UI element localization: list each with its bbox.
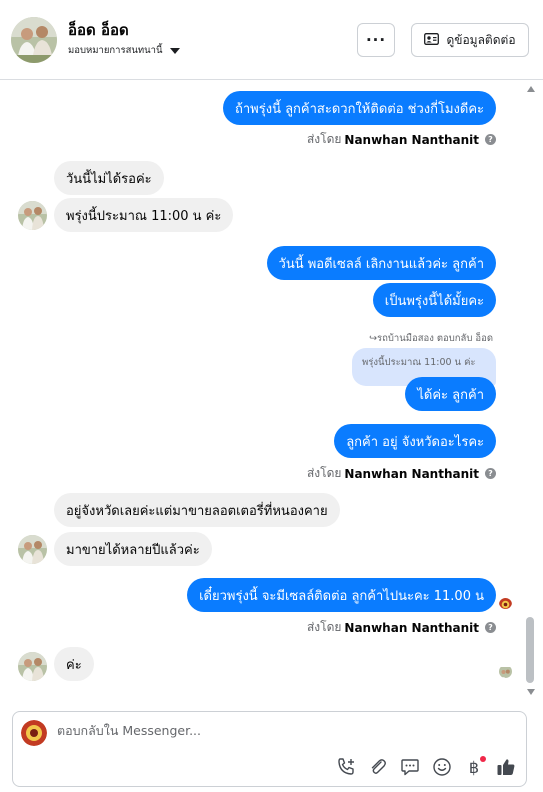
message-incoming[interactable]: อยู่จังหวัดเลยค่ะแต่มาขายลอตเตอรี่ที่หนอ… bbox=[54, 493, 340, 527]
reply-arrow-icon: ↪ bbox=[369, 333, 378, 344]
contact-avatar-small bbox=[18, 535, 47, 564]
more-options-label: ··· bbox=[365, 31, 387, 49]
message-incoming[interactable]: มาขายได้หลายปีแล้วค่ะ bbox=[54, 532, 212, 566]
message-outgoing[interactable]: เป็นพรุ่งนี้ได้มั้ยคะ bbox=[372, 283, 496, 317]
contact-name: อ็อด อ็อด bbox=[68, 21, 129, 39]
message-outgoing[interactable]: วันนี้ พอดีเซลล์ เลิกงานแล้วค่ะ ลูกค้า bbox=[266, 246, 496, 280]
view-contact-label: ดูข้อมูลติดต่อ bbox=[446, 32, 516, 47]
assign-conversation-dropdown[interactable]: มอบหมายการสนทนานี้ bbox=[68, 43, 180, 58]
paperclip-icon[interactable] bbox=[367, 756, 389, 778]
sent-by-label: ส่งโดย Nanwhan Nanthanit ? bbox=[307, 130, 496, 149]
contact-card-icon bbox=[424, 32, 440, 48]
assign-conversation-label: มอบหมายการสนทนานี้ bbox=[68, 45, 163, 56]
smiley-icon[interactable] bbox=[431, 756, 453, 778]
phone-plus-icon[interactable] bbox=[335, 756, 357, 778]
sent-by-label: ส่งโดย Nanwhan Nanthanit ? bbox=[307, 464, 496, 483]
reply-indicator: ↪รถบ้านมือสอง ตอบกลับ อ็อด bbox=[369, 333, 493, 344]
message-outgoing[interactable]: ลูกค้า อยู่ จังหวัดอะไรคะ bbox=[334, 424, 496, 458]
message-incoming[interactable]: พรุ่งนี้ประมาณ 11:00 น ค่ะ bbox=[54, 198, 234, 232]
scrollbar-thumb[interactable] bbox=[526, 617, 534, 683]
more-options-button[interactable]: ··· bbox=[357, 23, 395, 57]
baht-icon[interactable]: ฿ bbox=[463, 756, 486, 778]
message-outgoing[interactable]: ถ้าพรุ่งนี้ ลูกค้าสะดวกให้ติดต่อ ช่วงกี่… bbox=[223, 91, 496, 125]
view-contact-button[interactable]: ดูข้อมูลติดต่อ bbox=[411, 23, 529, 57]
message-incoming[interactable]: วันนี้ไม่ได้รอค่ะ bbox=[54, 161, 164, 195]
thumbs-up-icon[interactable] bbox=[495, 756, 517, 778]
message-incoming[interactable]: ค่ะ bbox=[54, 647, 94, 681]
contact-avatar-small bbox=[18, 201, 47, 230]
sender-name: Nanwhan Nanthanit bbox=[344, 132, 479, 147]
comment-icon[interactable] bbox=[399, 756, 421, 778]
question-icon[interactable]: ? bbox=[485, 468, 496, 479]
scroll-down-arrow-icon[interactable] bbox=[527, 689, 535, 695]
question-icon[interactable]: ? bbox=[485, 622, 496, 633]
contact-avatar-small bbox=[18, 652, 47, 681]
sender-name: Nanwhan Nanthanit bbox=[344, 466, 479, 481]
contact-seen-avatar bbox=[499, 665, 512, 678]
sent-by-label: ส่งโดย Nanwhan Nanthanit ? bbox=[307, 618, 496, 637]
notification-dot bbox=[480, 756, 486, 762]
message-composer: ฿ bbox=[12, 711, 527, 787]
question-icon[interactable]: ? bbox=[485, 134, 496, 145]
message-outgoing[interactable]: ได้ค่ะ ลูกค้า bbox=[405, 377, 496, 411]
contact-avatar[interactable] bbox=[11, 17, 57, 63]
conversation-header: อ็อด อ็อด มอบหมายการสนทนานี้ ··· ดูข้อมู… bbox=[0, 0, 543, 80]
scroll-up-arrow-icon[interactable] bbox=[527, 86, 535, 92]
page-seen-avatar bbox=[499, 596, 512, 609]
reply-input[interactable] bbox=[57, 723, 497, 738]
sender-name: Nanwhan Nanthanit bbox=[344, 620, 479, 635]
page-avatar bbox=[21, 720, 47, 746]
caret-down-icon bbox=[169, 47, 180, 54]
message-outgoing[interactable]: เดี๋ยวพรุ่งนี้ จะมีเซลล์ติดต่อ ลูกค้าไปน… bbox=[187, 578, 496, 612]
